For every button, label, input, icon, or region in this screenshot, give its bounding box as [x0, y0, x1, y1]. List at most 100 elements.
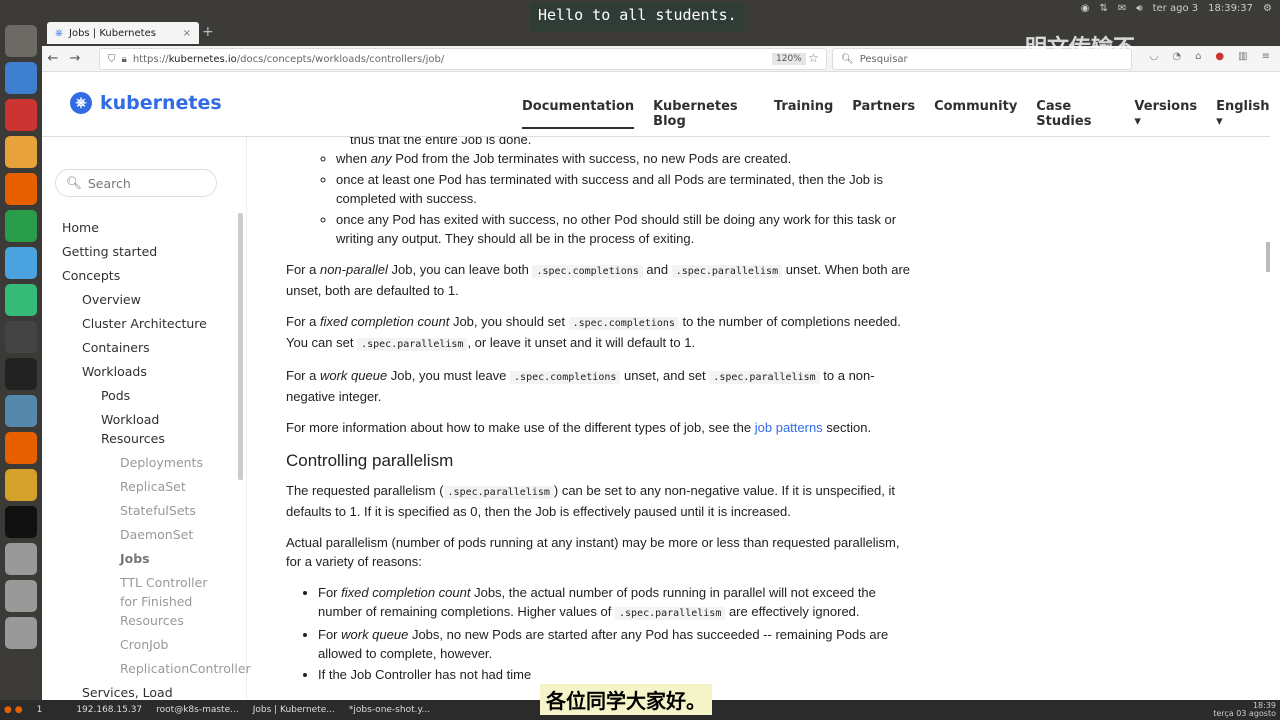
taskbar-clock: 18:39 terça 03 agosto	[1213, 702, 1276, 718]
sidebar-item-containers[interactable]: Containers	[82, 338, 150, 357]
nav-versions[interactable]: Versions ▾	[1134, 99, 1197, 129]
paragraph-actual-parallelism: Actual parallelism (number of pods runni…	[286, 535, 900, 569]
chrome-icon[interactable]	[5, 284, 37, 316]
sidebar-item-workloads[interactable]: Workloads	[82, 362, 147, 381]
files-icon[interactable]	[5, 99, 37, 131]
job-patterns-link[interactable]: job patterns	[755, 420, 823, 435]
home-icon[interactable]: ⌂	[1195, 51, 1201, 62]
text: Job, you can leave both	[387, 262, 533, 277]
kubernetes-logo[interactable]: ⎈ kubernetes	[70, 92, 222, 114]
page-scrollbar[interactable]	[1266, 242, 1270, 272]
paragraph-more-info: For more information about how to make u…	[286, 418, 911, 437]
back-button[interactable]: ←	[42, 51, 64, 66]
obs-icon[interactable]	[5, 506, 37, 538]
drive-icon[interactable]	[5, 580, 37, 612]
text: Pod from the Job terminates with success…	[391, 151, 792, 166]
bullet-list: when any Pod from the Job terminates wit…	[336, 149, 911, 248]
sidebar-search[interactable]: 🔍︎ Search	[55, 169, 217, 197]
terminal-icon[interactable]	[5, 358, 37, 390]
sidebar-item-pods[interactable]: Pods	[101, 386, 130, 405]
logo-text: kubernetes	[100, 92, 222, 114]
nav-partners[interactable]: Partners	[852, 99, 915, 129]
writer-icon[interactable]	[5, 62, 37, 94]
zoom-level[interactable]: 120%	[772, 53, 806, 65]
taskbar-apps[interactable]: ● ●	[4, 705, 23, 715]
nav-training[interactable]: Training	[774, 99, 833, 129]
emphasis: work queue	[319, 368, 388, 383]
nav-language[interactable]: English ▾	[1216, 99, 1270, 129]
text: Job, you should set	[449, 314, 569, 329]
sidebar-item-ttl-controller[interactable]: TTL Controller	[120, 573, 207, 592]
sidebar-item-workload-resources[interactable]: Workload	[101, 410, 159, 429]
sidebar-item-ttl-controller-3[interactable]: Resources	[120, 611, 184, 630]
close-tab-icon[interactable]: ×	[183, 28, 191, 39]
settings-icon[interactable]	[5, 321, 37, 353]
taskbar-item[interactable]: Jobs | Kubernete...	[253, 705, 335, 715]
emphasis: work queue	[341, 627, 409, 642]
sidebar-item-daemonset[interactable]: DaemonSet	[120, 525, 193, 544]
taskbar-item[interactable]: 192.168.15.37	[76, 705, 142, 715]
paragraph-requested-parallelism: The requested parallelism (.spec.paralle…	[286, 481, 911, 521]
text: For more information about how to make u…	[286, 420, 755, 435]
sidebar-item-replicationcontroller[interactable]: ReplicationController	[120, 659, 251, 678]
forward-button[interactable]: →	[64, 51, 86, 66]
sidebar-item-getting-started[interactable]: Getting started	[62, 242, 157, 261]
sidebar-scrollbar[interactable]	[238, 213, 243, 480]
code: .spec.parallelism	[709, 371, 820, 384]
url-bar[interactable]: ⛉ 🔒︎ https://kubernetes.io/docs/concepts/w…	[99, 48, 827, 70]
sidebar-item-workload-resources-2[interactable]: Resources	[101, 429, 165, 448]
pocket-icon[interactable]: ◡	[1150, 51, 1159, 62]
text: and	[642, 262, 672, 277]
url-text: https://kubernetes.io/docs/concepts/work…	[133, 54, 444, 65]
calc-icon[interactable]	[5, 210, 37, 242]
sidebar-item-services[interactable]: Services, Load	[82, 683, 173, 700]
menu-icon[interactable]: ≡	[1262, 51, 1270, 62]
sidebar-item-cronjob[interactable]: CronJob	[120, 635, 168, 654]
nav-case-studies[interactable]: Case Studies	[1036, 99, 1115, 129]
taskbar-item[interactable]: root@k8s-maste...	[156, 705, 239, 715]
list-item: For work queue Jobs, no new Pods are sta…	[318, 625, 911, 663]
docs-sidebar: 🔍︎ Search Home Getting started Concepts O…	[42, 137, 251, 700]
text: For	[318, 585, 342, 600]
drive-icon[interactable]	[5, 543, 37, 575]
sidebar-item-overview[interactable]: Overview	[82, 290, 141, 309]
sidebar-item-cluster-architecture[interactable]: Cluster Architecture	[82, 314, 207, 333]
sidebar-item-ttl-controller-2[interactable]: for Finished	[120, 592, 192, 611]
sidebar-item-deployments[interactable]: Deployments	[120, 453, 203, 472]
helm-wheel-icon: ⎈	[70, 92, 92, 114]
paragraph-work-queue: For a work queue Job, you must leave .sp…	[286, 366, 911, 406]
library-icon[interactable]: ▥	[1238, 51, 1247, 62]
mail-icon: ✉	[1117, 3, 1127, 14]
nav-documentation[interactable]: Documentation	[522, 99, 635, 129]
firefox-icon[interactable]	[5, 173, 37, 205]
tab-jobs[interactable]: ⎈ Jobs | Kubernetes ×	[47, 22, 199, 44]
sidebar-item-statefulsets[interactable]: StatefulSets	[120, 501, 196, 520]
nav-blog[interactable]: Kubernetes Blog	[653, 99, 755, 129]
text: are effectively ignored.	[725, 604, 860, 619]
extension-icon[interactable]: ●	[1215, 51, 1224, 62]
drive-icon[interactable]	[5, 617, 37, 649]
sidebar-item-home[interactable]: Home	[62, 218, 99, 237]
history-icon[interactable]: ◔	[1172, 51, 1181, 62]
text-editor-icon[interactable]	[5, 136, 37, 168]
firefox-icon[interactable]	[5, 432, 37, 464]
thunderbird-icon[interactable]	[5, 247, 37, 279]
new-tab-button[interactable]: +	[202, 24, 214, 40]
app-icon[interactable]	[5, 469, 37, 501]
search-placeholder: Pesquisar	[859, 53, 908, 65]
ubuntu-dash-icon[interactable]	[5, 25, 37, 57]
nav-community[interactable]: Community	[934, 99, 1017, 129]
sidebar-item-replicaset[interactable]: ReplicaSet	[120, 477, 186, 496]
sidebar-item-concepts[interactable]: Concepts	[62, 266, 120, 285]
bookmark-star-icon[interactable]: ☆	[808, 51, 819, 65]
workspace-number[interactable]: 1	[37, 705, 43, 715]
webpage: ⎈ kubernetes Documentation Kubernetes Blo…	[42, 72, 1270, 700]
code: .spec.completions	[510, 371, 621, 384]
obs-icon: ◉	[1080, 3, 1090, 14]
system-tray[interactable]: ◉ ⇅ ✉ 🔊︎ ter ago 3 18:39:37 ⚙	[1081, 3, 1272, 14]
taskbar-item[interactable]: *jobs-one-shot.y...	[349, 705, 430, 715]
bullet-list: For fixed completion count Jobs, the act…	[318, 583, 911, 684]
virtualbox-icon[interactable]	[5, 395, 37, 427]
volume-icon: 🔊︎	[1136, 3, 1143, 14]
sidebar-item-jobs[interactable]: Jobs	[120, 549, 150, 568]
